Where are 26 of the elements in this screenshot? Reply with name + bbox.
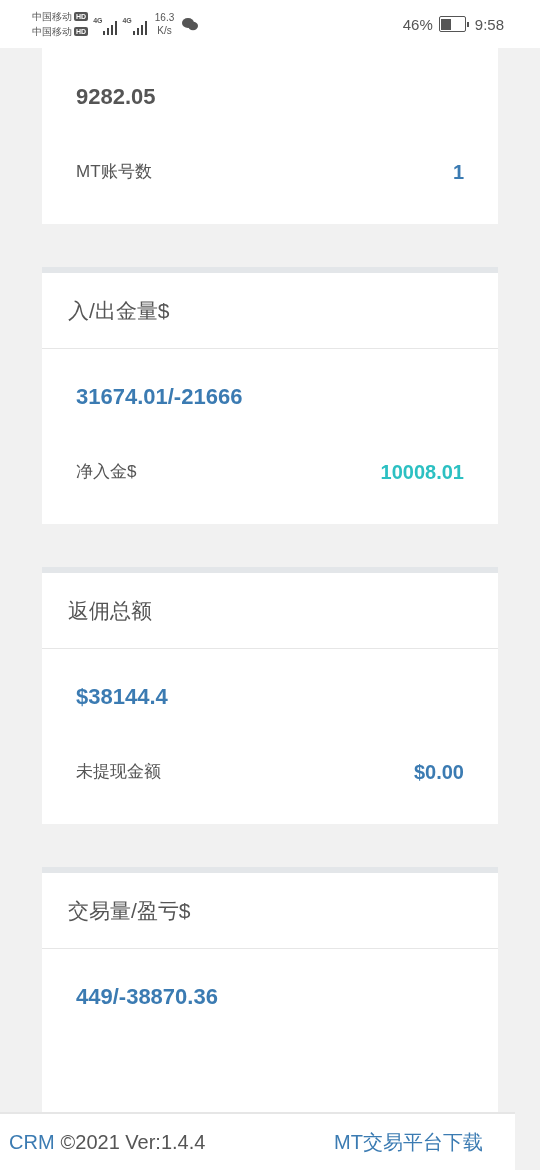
- carrier-name: 中国移动: [32, 10, 72, 24]
- signal-icon: [103, 21, 118, 35]
- card-title: 返佣总额: [68, 597, 152, 624]
- stat-label: 未提现金额: [76, 761, 161, 783]
- signal-icon: [132, 21, 147, 35]
- metric-value: $38144.4: [76, 684, 168, 709]
- card-title: 交易量/盈亏$: [68, 897, 191, 924]
- brand-link[interactable]: CRM: [9, 1130, 55, 1154]
- clock: 9:58: [474, 15, 504, 33]
- battery-icon: [438, 16, 469, 32]
- copyright-text: ©2021 Ver:1.4.4: [60, 1130, 206, 1154]
- speed-unit: K/s: [157, 24, 172, 37]
- carrier-name: 中国移动: [32, 25, 72, 39]
- stat-value: 10008.01: [380, 460, 464, 485]
- chat-icon: [182, 17, 199, 31]
- stat-label: MT账号数: [76, 161, 152, 183]
- download-link[interactable]: MT交易平台下载: [334, 1128, 483, 1156]
- stat-value: $0.00: [413, 760, 464, 785]
- metric-value: 449/-38870.36: [76, 984, 218, 1009]
- card-title: 入/出金量$: [68, 297, 170, 324]
- metric-value: 31674.01/-21666: [76, 384, 243, 409]
- stat-value: 1: [452, 160, 464, 185]
- network-speed: 16.3: [154, 11, 175, 24]
- battery-percent: 46%: [402, 15, 433, 33]
- stat-label: 净入金$: [76, 461, 137, 483]
- metric-value: 9282.05: [76, 84, 156, 109]
